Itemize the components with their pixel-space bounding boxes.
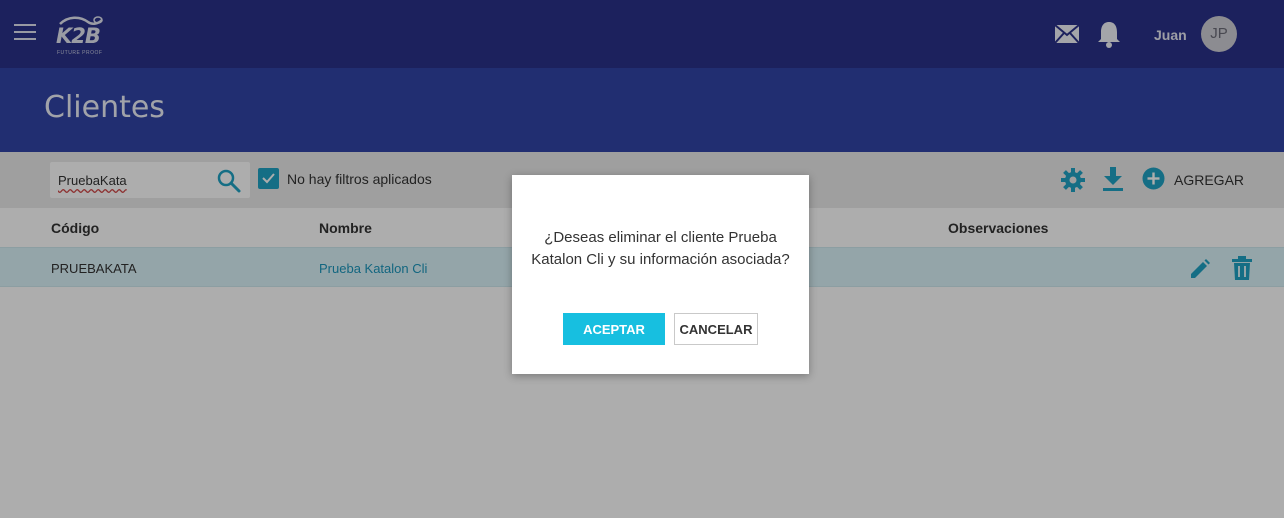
cancel-button[interactable]: CANCELAR (674, 313, 758, 345)
accept-button[interactable]: ACEPTAR (563, 313, 665, 345)
delete-confirm-dialog: ¿Deseas eliminar el cliente Prueba Katal… (512, 175, 809, 374)
dialog-message: ¿Deseas eliminar el cliente Prueba Katal… (531, 229, 790, 268)
